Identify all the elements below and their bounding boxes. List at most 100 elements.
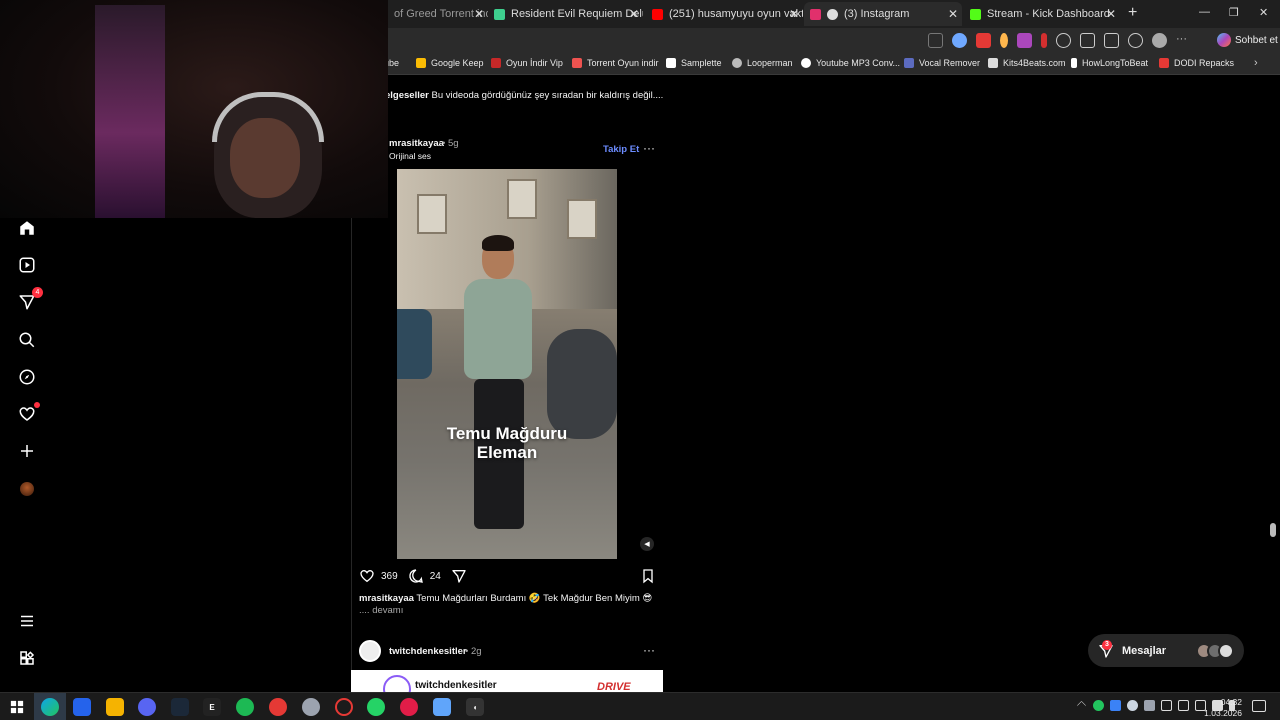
app-icon[interactable] <box>433 698 451 716</box>
search-icon[interactable] <box>17 330 37 350</box>
mute-toggle-icon[interactable]: ◀ <box>640 537 654 551</box>
video-frame[interactable]: Temu Mağduru Eleman <box>397 169 617 559</box>
steam-icon[interactable] <box>171 698 189 716</box>
display-icon[interactable] <box>1178 700 1189 711</box>
whatsapp-icon[interactable] <box>367 698 385 716</box>
history-icon[interactable] <box>1128 33 1143 48</box>
caption-more-link[interactable]: .... devamı <box>359 605 403 616</box>
youtube-icon <box>652 8 663 20</box>
page-scrollbar[interactable] <box>1268 75 1280 692</box>
next-post-avatar[interactable] <box>359 640 381 662</box>
maximize-button[interactable]: ❐ <box>1229 6 1239 19</box>
menu-icon[interactable] <box>17 611 37 631</box>
app-icon[interactable] <box>269 698 287 716</box>
bookmark-icon[interactable] <box>640 568 656 584</box>
microsoft-store-icon[interactable] <box>73 698 91 716</box>
tab-youtube[interactable]: (251) husamyuyu oyun vakti 3 - Yo ✕ <box>646 2 803 26</box>
tray-app-icon[interactable] <box>1093 700 1104 711</box>
app-icon[interactable] <box>302 698 320 716</box>
heart-icon[interactable] <box>17 402 40 424</box>
reels-icon[interactable] <box>17 255 37 275</box>
refresh-icon[interactable] <box>1056 33 1071 48</box>
more-options-icon[interactable]: ··· <box>1176 33 1191 48</box>
close-window-button[interactable]: ✕ <box>1259 6 1268 19</box>
building-window <box>567 199 597 239</box>
more-options-icon[interactable]: ··· <box>643 141 655 155</box>
messages-button[interactable]: 3 Mesajlar <box>1088 634 1244 667</box>
spotify-icon[interactable] <box>236 698 254 716</box>
close-icon[interactable]: ✕ <box>629 7 639 21</box>
next-post-media[interactable]: twitchdenkesitler DRIVE <box>351 670 663 692</box>
bookmark-label: Looperman <box>747 58 793 68</box>
building-window <box>417 194 447 234</box>
opera-icon[interactable] <box>335 698 353 716</box>
close-icon[interactable]: ✕ <box>1106 7 1116 21</box>
favorites-icon[interactable] <box>1104 33 1119 48</box>
tab-resident-evil[interactable]: Resident Evil Requiem Deluxe +2 C ✕ <box>488 2 643 26</box>
tab-torrent[interactable]: of Greed Torrent indir ✕ <box>388 2 488 26</box>
close-icon[interactable]: ✕ <box>789 7 799 21</box>
extension-icon[interactable] <box>1017 33 1032 48</box>
more-options-icon[interactable]: ··· <box>643 643 655 657</box>
chevron-up-icon[interactable] <box>1076 700 1087 711</box>
split-screen-icon[interactable] <box>928 33 943 48</box>
bookmark-item[interactable]: Looperman <box>732 58 793 68</box>
close-icon[interactable]: ✕ <box>474 7 484 21</box>
copilot-chat-button[interactable]: Sohbet et <box>1217 33 1278 47</box>
video-caption-line: Temu Mağduru <box>446 424 568 443</box>
next-post-username[interactable]: twitchdenkesitler <box>389 646 467 657</box>
bookmark-item[interactable]: Torrent Oyun indir <box>572 58 659 68</box>
system-clock[interactable]: 04:32 1.03.2026 <box>1198 697 1242 719</box>
tray-app-icon[interactable] <box>1161 700 1172 711</box>
bookmark-item[interactable]: Oyun İndir Vip <box>491 58 563 68</box>
chevron-right-icon[interactable]: › <box>1254 57 1258 69</box>
direct-messages-icon[interactable]: 4 <box>17 287 43 312</box>
share-icon[interactable] <box>451 568 467 584</box>
app-icon[interactable]: ◖ <box>466 698 484 716</box>
create-icon[interactable] <box>17 441 37 461</box>
steam-tray-icon[interactable] <box>1127 700 1138 711</box>
tab-kick[interactable]: Stream - Kick Dashboard ✕ <box>964 2 1120 26</box>
close-icon[interactable]: ✕ <box>948 7 958 21</box>
discord-icon[interactable] <box>138 698 156 716</box>
bookmark-item[interactable]: Samplette <box>666 58 722 68</box>
post-audio[interactable]: Orijinal ses <box>389 151 431 161</box>
bookmark-item[interactable]: Google Keep <box>416 58 484 68</box>
bookmark-item[interactable]: HowLongToBeat <box>1071 58 1148 68</box>
profile-avatar[interactable] <box>17 479 37 499</box>
meta-apps-icon[interactable] <box>17 648 37 668</box>
bookmark-item[interactable]: DODI Repacks <box>1159 58 1234 68</box>
bookmark-item[interactable]: Kits4Beats.com <box>988 58 1066 68</box>
edge-browser-icon[interactable] <box>41 698 59 716</box>
favorite-star-icon[interactable] <box>952 33 967 48</box>
minimize-button[interactable]: — <box>1199 6 1210 18</box>
windows-start-icon[interactable] <box>8 698 26 716</box>
tab-instagram[interactable]: (3) Instagram ✕ <box>804 2 962 26</box>
follow-button[interactable]: Takip Et <box>603 144 639 155</box>
explore-icon[interactable] <box>17 367 37 387</box>
webcam-background-light <box>95 5 165 218</box>
new-tab-button[interactable]: + <box>1128 4 1137 22</box>
bookmark-label: Google Keep <box>431 58 484 68</box>
profile-avatar[interactable] <box>1152 33 1167 48</box>
bookmark-item[interactable]: Vocal Remover <box>904 58 980 68</box>
adblock-icon[interactable] <box>976 33 991 48</box>
scrollbar-thumb[interactable] <box>1270 523 1276 537</box>
like-heart-icon[interactable] <box>359 568 375 584</box>
caption-username[interactable]: elgeseller <box>385 90 429 101</box>
extensions-icon[interactable] <box>1080 33 1095 48</box>
extension-icon[interactable] <box>1041 33 1047 48</box>
post-video[interactable]: Temu Mağduru Eleman ◀ <box>352 169 663 559</box>
home-icon[interactable] <box>17 218 37 238</box>
app-icon[interactable] <box>400 698 418 716</box>
comment-icon[interactable] <box>408 568 424 584</box>
caption-username[interactable]: mrasitkayaa <box>359 593 414 604</box>
post-username[interactable]: mrasitkayaa <box>389 138 444 149</box>
bookmark-item[interactable]: Youtube MP3 Conv... <box>801 58 900 68</box>
file-explorer-icon[interactable] <box>106 698 124 716</box>
bluetooth-icon[interactable] <box>1110 700 1121 711</box>
epic-games-icon[interactable]: E <box>203 698 221 716</box>
tray-app-icon[interactable] <box>1144 700 1155 711</box>
notification-center-icon[interactable] <box>1252 700 1266 712</box>
extension-icon[interactable] <box>1000 33 1008 48</box>
